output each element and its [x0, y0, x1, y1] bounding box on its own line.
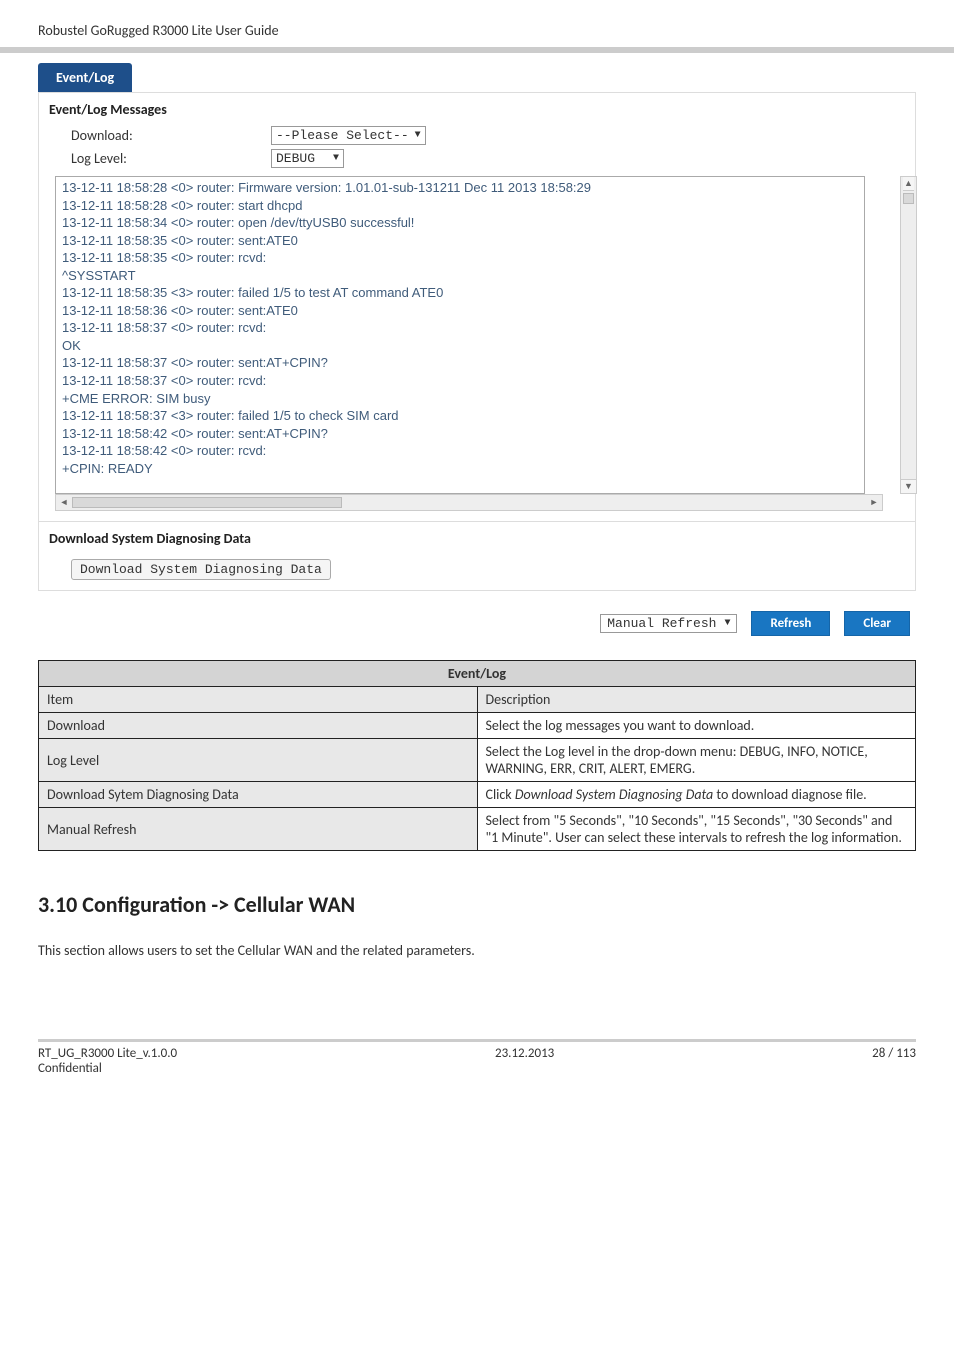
- diag-heading: Download System Diagnosing Data: [39, 522, 915, 553]
- italic-text: Download System Diagnosing Data: [515, 786, 713, 803]
- table-cell: Download: [39, 713, 478, 739]
- chevron-down-icon: ▼: [415, 130, 421, 141]
- header-rule-thin: [0, 51, 954, 53]
- footer-center: 23.12.2013: [495, 1046, 554, 1061]
- table-title: Event/Log: [39, 661, 916, 687]
- messages-heading: Event/Log Messages: [39, 93, 915, 124]
- table-cell: Select from "5 Seconds", "10 Seconds", "…: [477, 808, 916, 851]
- doc-title: Robustel GoRugged R3000 Lite User Guide: [38, 22, 279, 39]
- table-row: Download Sytem Diagnosing Data Click Dow…: [39, 782, 916, 808]
- table-cell: Manual Refresh: [39, 808, 478, 851]
- download-select[interactable]: --Please Select-- ▼: [271, 126, 426, 145]
- footer-left: RT_UG_R3000 Lite_v.1.0.0: [38, 1046, 177, 1061]
- clear-button[interactable]: Clear: [844, 611, 910, 636]
- download-label: Download:: [71, 127, 271, 144]
- refresh-interval-value: Manual Refresh: [607, 616, 716, 631]
- chevron-down-icon: ▼: [321, 153, 339, 164]
- tab-label: Event/Log: [56, 69, 114, 86]
- refresh-button[interactable]: Refresh: [751, 611, 830, 636]
- scroll-right-icon[interactable]: ►: [866, 497, 882, 508]
- page-footer: RT_UG_R3000 Lite_v.1.0.0 23.12.2013 28 /…: [0, 1039, 954, 1096]
- chevron-down-icon: ▼: [724, 618, 730, 629]
- scrollbar-thumb[interactable]: [72, 497, 342, 508]
- scrollbar-thumb[interactable]: [903, 193, 914, 204]
- table-cell: Select the log messages you want to down…: [477, 713, 916, 739]
- page-header: Robustel GoRugged R3000 Lite User Guide: [0, 0, 954, 45]
- footer-left2: Confidential: [38, 1061, 916, 1076]
- footer-right: 28 / 113: [872, 1046, 916, 1061]
- table-cell: Click Download System Diagnosing Data to…: [477, 782, 916, 808]
- event-log-panel: Event/Log Messages Download: --Please Se…: [38, 92, 916, 591]
- horizontal-scrollbar[interactable]: ◄ ►: [55, 494, 883, 511]
- table-cell: Description: [477, 687, 916, 713]
- scroll-left-icon[interactable]: ◄: [56, 497, 72, 508]
- table-row: Download Select the log messages you wan…: [39, 713, 916, 739]
- table-row: Item Description: [39, 687, 916, 713]
- table-cell: Select the Log level in the drop-down me…: [477, 739, 916, 782]
- loglevel-label: Log Level:: [71, 150, 271, 167]
- table-cell: Download Sytem Diagnosing Data: [39, 782, 478, 808]
- scroll-down-icon[interactable]: ▼: [901, 479, 916, 493]
- download-diag-button[interactable]: Download System Diagnosing Data: [71, 559, 331, 580]
- refresh-interval-select[interactable]: Manual Refresh ▼: [600, 614, 737, 633]
- refresh-button-label: Refresh: [770, 616, 811, 631]
- log-textarea[interactable]: 13-12-11 18:58:28 <0> router: Firmware v…: [55, 176, 865, 494]
- section-body: This section allows users to set the Cel…: [38, 942, 916, 959]
- tab-event-log[interactable]: Event/Log: [38, 63, 132, 92]
- scroll-up-icon[interactable]: ▲: [903, 177, 914, 191]
- section-heading: 3.10 Configuration -> Cellular WAN: [38, 891, 916, 918]
- table-row: Log Level Select the Log level in the dr…: [39, 739, 916, 782]
- table-cell: Log Level: [39, 739, 478, 782]
- clear-button-label: Clear: [863, 616, 891, 631]
- table-row: Manual Refresh Select from "5 Seconds", …: [39, 808, 916, 851]
- event-log-description-table: Event/Log Item Description Download Sele…: [38, 660, 916, 851]
- loglevel-select-value: DEBUG: [276, 151, 315, 166]
- footer-rule: [38, 1039, 916, 1042]
- vertical-scrollbar[interactable]: ▲ ▼: [900, 176, 917, 494]
- table-cell: Item: [39, 687, 478, 713]
- download-select-value: --Please Select--: [276, 128, 409, 143]
- download-diag-label: Download System Diagnosing Data: [80, 562, 322, 577]
- loglevel-select[interactable]: DEBUG ▼: [271, 149, 344, 168]
